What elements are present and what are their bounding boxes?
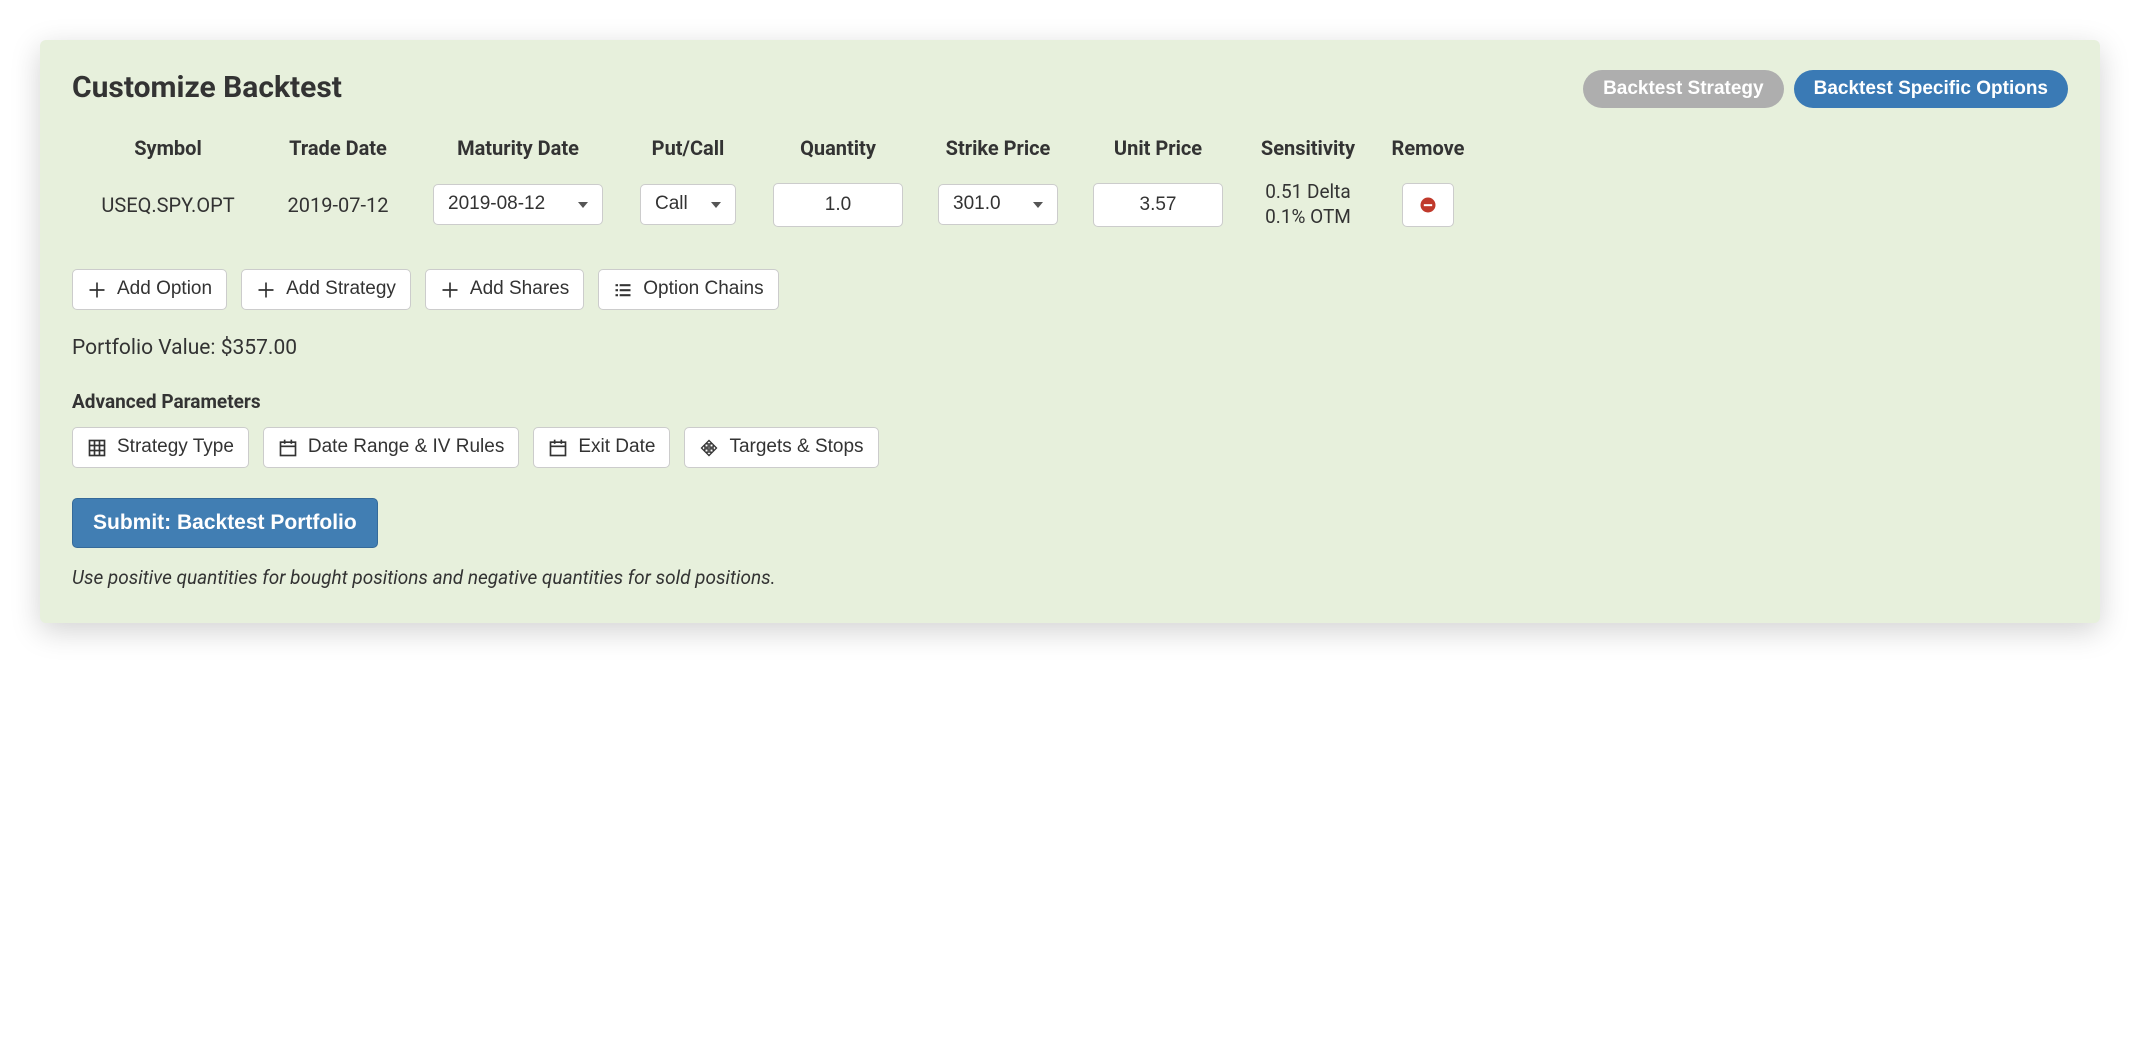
header-symbol: Symbol — [78, 136, 258, 160]
maturity-date-dropdown[interactable]: 2019-08-12 — [433, 184, 603, 225]
calendar-icon — [548, 438, 568, 458]
add-strategy-label: Add Strategy — [286, 278, 396, 301]
advanced-parameters-label: Advanced Parameters — [72, 390, 2068, 413]
unit-price-input[interactable] — [1093, 183, 1223, 227]
list-icon — [613, 280, 633, 300]
minus-circle-icon — [1418, 195, 1438, 215]
submit-backtest-portfolio-button[interactable]: Submit: Backtest Portfolio — [72, 498, 378, 548]
header-trade-date: Trade Date — [258, 136, 418, 160]
maturity-date-value: 2019-08-12 — [448, 193, 545, 216]
chevron-down-icon — [711, 202, 721, 208]
add-option-label: Add Option — [117, 278, 212, 301]
option-chains-button[interactable]: Option Chains — [598, 269, 778, 310]
quantity-input[interactable] — [773, 183, 903, 227]
table-row: USEQ.SPY.OPT 2019-07-12 2019-08-12 Call … — [72, 174, 2068, 235]
chevron-down-icon — [578, 202, 588, 208]
plus-icon — [87, 280, 107, 300]
customize-backtest-panel: Customize Backtest Backtest Strategy Bac… — [40, 40, 2100, 623]
crosshair-icon — [699, 438, 719, 458]
chevron-down-icon — [1033, 202, 1043, 208]
remove-row-button[interactable] — [1402, 183, 1454, 227]
header-strike-price: Strike Price — [918, 136, 1078, 160]
strategy-type-label: Strategy Type — [117, 436, 234, 459]
exit-date-button[interactable]: Exit Date — [533, 427, 670, 468]
targets-stops-button[interactable]: Targets & Stops — [684, 427, 878, 468]
grid-icon — [87, 438, 107, 458]
plus-icon — [440, 280, 460, 300]
add-strategy-button[interactable]: Add Strategy — [241, 269, 411, 310]
header-quantity: Quantity — [758, 136, 918, 160]
cell-sensitivity: 0.51 Delta 0.1% OTM — [1238, 180, 1378, 229]
header-unit-price: Unit Price — [1078, 136, 1238, 160]
sensitivity-otm: 0.1% OTM — [1238, 205, 1378, 230]
portfolio-value: Portfolio Value: $357.00 — [72, 336, 2068, 360]
date-range-label: Date Range & IV Rules — [308, 436, 504, 459]
strike-price-dropdown[interactable]: 301.0 — [938, 184, 1058, 225]
header-put-call: Put/Call — [618, 136, 758, 160]
put-call-dropdown[interactable]: Call — [640, 184, 736, 225]
header-remove: Remove — [1378, 136, 1478, 160]
cell-trade-date: 2019-07-12 — [258, 193, 418, 217]
position-actions: Add Option Add Strategy Add Shares Optio… — [72, 269, 2068, 310]
date-range-iv-rules-button[interactable]: Date Range & IV Rules — [263, 427, 519, 468]
strike-price-value: 301.0 — [953, 193, 1001, 216]
backtest-tabs: Backtest Strategy Backtest Specific Opti… — [1583, 70, 2068, 108]
targets-stops-label: Targets & Stops — [729, 436, 863, 459]
add-shares-label: Add Shares — [470, 278, 569, 301]
positions-table-header: Symbol Trade Date Maturity Date Put/Call… — [72, 136, 2068, 174]
option-chains-label: Option Chains — [643, 278, 763, 301]
add-option-button[interactable]: Add Option — [72, 269, 227, 310]
header-sensitivity: Sensitivity — [1238, 136, 1378, 160]
advanced-parameters: Strategy Type Date Range & IV Rules Exit… — [72, 427, 2068, 468]
plus-icon — [256, 280, 276, 300]
tab-backtest-strategy[interactable]: Backtest Strategy — [1583, 70, 1784, 108]
put-call-value: Call — [655, 193, 688, 216]
exit-date-label: Exit Date — [578, 436, 655, 459]
cell-symbol: USEQ.SPY.OPT — [78, 193, 258, 217]
add-shares-button[interactable]: Add Shares — [425, 269, 584, 310]
quantity-hint: Use positive quantities for bought posit… — [72, 566, 2068, 589]
panel-title: Customize Backtest — [72, 70, 342, 105]
calendar-icon — [278, 438, 298, 458]
tab-backtest-specific-options[interactable]: Backtest Specific Options — [1794, 70, 2068, 108]
sensitivity-delta: 0.51 Delta — [1238, 180, 1378, 205]
strategy-type-button[interactable]: Strategy Type — [72, 427, 249, 468]
header-maturity-date: Maturity Date — [418, 136, 618, 160]
panel-header: Customize Backtest Backtest Strategy Bac… — [72, 70, 2068, 108]
